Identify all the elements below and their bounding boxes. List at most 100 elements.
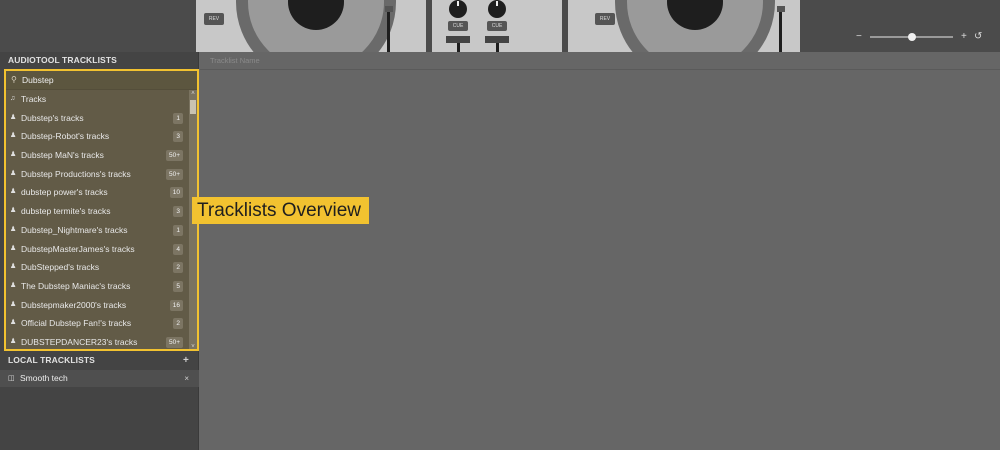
track-count-badge: 1 (173, 112, 183, 124)
track-count-badge: 1 (173, 224, 183, 236)
list-item[interactable]: ♟ Dubstep_Nightmare's tracks 1 (6, 221, 197, 240)
list-item-label: Dubstep MaN's tracks (21, 150, 104, 161)
search-input[interactable] (22, 72, 192, 88)
right-channel-fader[interactable] (485, 36, 509, 43)
right-gain-knob[interactable] (488, 0, 506, 18)
right-cue-button[interactable]: CUE (487, 21, 507, 31)
user-icon: ♟ (10, 244, 17, 252)
audiotool-tracklists-header: AUDIOTOOL TRACKLISTS (8, 55, 117, 65)
local-tracklists-title: LOCAL TRACKLISTS (8, 355, 95, 365)
list-item-label: Tracks (21, 94, 47, 104)
track-count-badge: 10 (169, 187, 183, 199)
left-gain-knob[interactable] (449, 0, 467, 18)
mixer: CUE CUE (432, 0, 562, 52)
list-item[interactable]: ♟ DubStepped's tracks 2 (6, 258, 197, 277)
local-tracklist-label: Smooth tech (20, 373, 68, 383)
track-count-badge: 3 (173, 131, 183, 143)
user-icon: ♟ (10, 319, 17, 327)
right-pitch-slider[interactable] (776, 6, 785, 52)
user-icon: ♟ (10, 225, 17, 233)
list-item-label: Dubstepmaker2000's tracks (21, 299, 127, 310)
local-tracklist-item[interactable]: ◫ Smooth tech × (0, 370, 199, 387)
list-item[interactable]: ♟ Dubstep MaN's tracks 50+ (6, 146, 197, 165)
zoom-slider-handle[interactable] (907, 33, 916, 41)
music-note-icon: ♫ (10, 95, 16, 102)
list-item[interactable]: ♟ dubstep power's tracks 10 (6, 183, 197, 202)
list-item-label: DUBSTEPDANCER23's tracks (21, 336, 138, 347)
scroll-up-icon[interactable]: ˄ (189, 90, 197, 98)
user-icon: ♟ (10, 300, 17, 308)
right-pitch-handle[interactable] (776, 6, 785, 12)
left-deck: REV (196, 0, 426, 52)
list-item[interactable]: ♟ Dubstep-Robot's tracks 3 (6, 127, 197, 146)
user-icon: ♟ (10, 281, 17, 289)
tracklist-main-pane: Tracklist Name (200, 52, 1000, 450)
add-local-tracklist-button[interactable]: + (183, 352, 189, 369)
user-icon: ♟ (10, 151, 17, 159)
search-row: ⚲ (6, 71, 197, 90)
track-count-badge: 50+ (165, 168, 183, 180)
list-item-label: dubstep power's tracks (21, 187, 108, 198)
user-icon: ♟ (10, 337, 17, 345)
left-rev-button[interactable]: REV (204, 13, 224, 25)
list-item[interactable]: ♟ The Dubstep Maniac's tracks 5 (6, 277, 197, 296)
list-item-label: Dubstep's tracks (21, 112, 84, 123)
remove-local-tracklist-button[interactable]: × (184, 370, 189, 387)
deck-bar: REV CUE CUE REV − + ↺ (0, 0, 1000, 52)
zoom-slider[interactable] (870, 33, 953, 41)
list-item[interactable]: ♟ DUBSTEPDANCER23's tracks 50+ (6, 333, 197, 349)
left-fader-track (457, 43, 460, 52)
scrollbar-thumb[interactable] (190, 100, 196, 114)
list-item-label: Dubstep_Nightmare's tracks (21, 224, 128, 235)
user-icon: ♟ (10, 263, 17, 271)
list-item[interactable]: ♟ Dubstepmaker2000's tracks 16 (6, 296, 197, 315)
list-item-tracks[interactable]: ♫ Tracks (6, 90, 197, 109)
track-count-badge: 2 (173, 318, 183, 330)
list-item[interactable]: ♟ DubstepMasterJames's tracks 4 (6, 240, 197, 259)
list-item[interactable]: ♟ Dubstep Productions's tracks 50+ (6, 165, 197, 184)
list-item-label: Dubstep Productions's tracks (21, 168, 131, 179)
sidebar: AUDIOTOOL TRACKLISTS ⚲ ♫ Tracks ♟ Dubstep… (0, 52, 199, 450)
list-item-label: Official Dubstep Fan!'s tracks (21, 318, 132, 329)
plus-icon[interactable]: + (961, 30, 967, 44)
tracklist-name-column-header[interactable]: Tracklist Name (200, 52, 1000, 70)
left-pitch-handle[interactable] (384, 6, 393, 12)
user-icon: ♟ (10, 132, 17, 140)
list-item-label: DubStepped's tracks (21, 262, 100, 273)
list-item[interactable]: ♟ Dubstep's tracks 1 (6, 109, 197, 128)
zoom-control: − + ↺ (852, 30, 992, 44)
track-count-badge: 4 (173, 243, 183, 255)
list-item-label: dubstep termite's tracks (21, 206, 111, 217)
right-rev-button[interactable]: REV (595, 13, 615, 25)
list-item-label: The Dubstep Maniac's tracks (21, 280, 131, 291)
search-icon: ⚲ (11, 75, 17, 84)
list-item[interactable]: ♟ dubstep termite's tracks 3 (6, 202, 197, 221)
left-channel-fader[interactable] (446, 36, 470, 43)
right-turntable[interactable] (615, 0, 775, 52)
right-fader-track (496, 43, 499, 52)
user-icon: ♟ (10, 207, 17, 215)
tracklist-rows: ♫ Tracks ♟ Dubstep's tracks 1 ♟ Dubstep-Robo… (6, 90, 197, 349)
track-count-badge: 3 (173, 206, 183, 218)
local-tracklists-header: LOCAL TRACKLISTS + (0, 352, 199, 369)
track-count-badge: 16 (169, 299, 183, 311)
track-count-badge: 50+ (165, 150, 183, 162)
right-turntable-center (667, 0, 723, 30)
user-icon: ♟ (10, 169, 17, 177)
audiotool-tracklists-panel: ⚲ ♫ Tracks ♟ Dubstep's tracks 1 ♟ Dubstep-Ro… (4, 69, 199, 351)
tracklists-overview-callout: Tracklists Overview (192, 197, 369, 224)
left-pitch-slider[interactable] (384, 6, 393, 52)
tracklist-icon: ◫ (8, 375, 15, 382)
track-count-badge: 2 (173, 262, 183, 274)
left-turntable-center (288, 0, 344, 30)
list-item-label: Dubstep-Robot's tracks (21, 131, 110, 142)
list-item-label: DubstepMasterJames's tracks (21, 243, 135, 254)
reset-icon[interactable]: ↺ (974, 30, 982, 44)
minus-icon[interactable]: − (856, 30, 862, 44)
right-deck: REV (568, 0, 800, 52)
track-count-badge: 5 (173, 280, 183, 292)
left-cue-button[interactable]: CUE (448, 21, 468, 31)
track-count-badge: 50+ (165, 336, 183, 348)
list-item[interactable]: ♟ Official Dubstep Fan!'s tracks 2 (6, 314, 197, 333)
left-turntable[interactable] (236, 0, 396, 52)
